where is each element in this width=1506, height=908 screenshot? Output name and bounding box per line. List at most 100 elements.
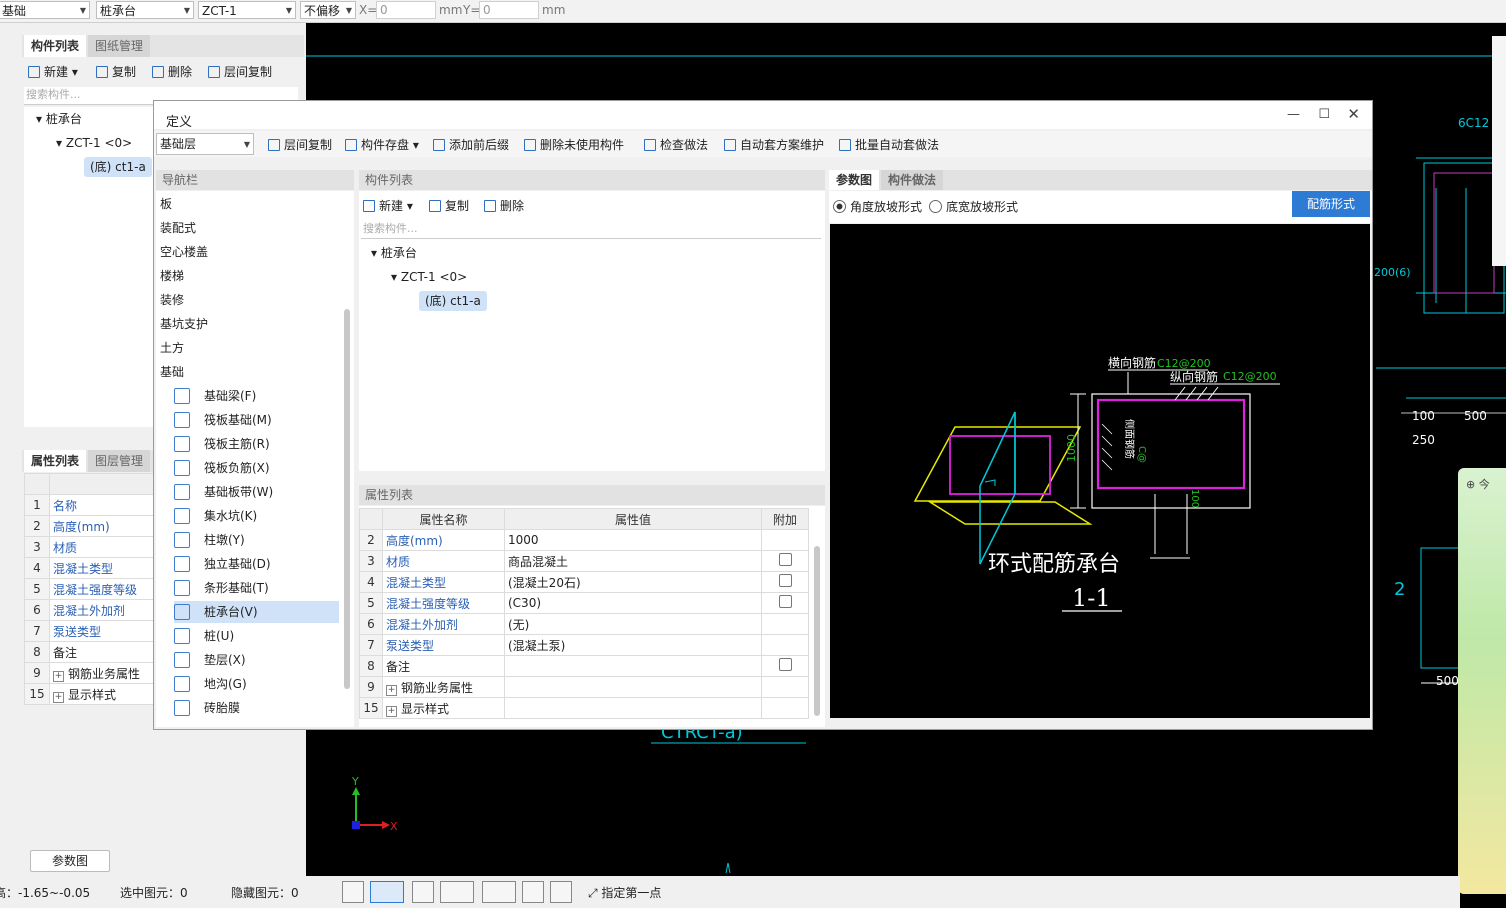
attach-checkbox[interactable] — [778, 553, 792, 566]
table-row[interactable]: 3 材质 商品混凝土 — [359, 550, 809, 572]
expand-icon[interactable]: + — [53, 670, 64, 682]
tree-child[interactable]: ▾ ZCT-1 <0> — [391, 268, 467, 286]
layer-icon[interactable] — [522, 881, 544, 903]
prop-scrollbar[interactable] — [814, 546, 820, 716]
comp-search-input[interactable]: 搜索构件... — [361, 221, 821, 239]
table-row[interactable]: 9 + 钢筋业务属性 — [359, 676, 809, 698]
nav-group[interactable]: 基础 — [160, 362, 184, 382]
floor-copy-button[interactable]: 层间复制 — [268, 136, 332, 154]
save-component-button[interactable]: 构件存盘 ▾ — [345, 136, 419, 154]
nav-item-slab-strip[interactable]: 基础板带(W) — [174, 481, 339, 503]
tree-leaf-selected[interactable]: (底) ct1-a — [84, 157, 152, 177]
tree-root[interactable]: ▾ 桩承台 — [371, 244, 417, 262]
radio-bottom-width[interactable]: 底宽放坡形式 — [929, 198, 1018, 215]
tab-component-list[interactable]: 构件列表 — [24, 35, 87, 57]
new-button[interactable]: 新建 ▾ — [28, 63, 78, 81]
side-widget[interactable]: ⊕ 今 — [1458, 468, 1506, 894]
tab-drawing-manage[interactable]: 图纸管理 — [88, 35, 151, 57]
angle-icon[interactable] — [440, 881, 474, 903]
tree-child[interactable]: ▾ ZCT-1 <0> — [56, 134, 132, 152]
delete-button[interactable]: 删除 — [152, 63, 192, 81]
nav-group[interactable]: 板 — [160, 194, 172, 214]
tree-leaf-selected[interactable]: (底) ct1-a — [419, 291, 487, 311]
slab-strip-icon — [174, 484, 190, 500]
table-row[interactable]: 4 混凝土类型 (混凝土20石) — [359, 571, 809, 593]
right-toolstrip[interactable] — [1492, 36, 1506, 266]
expand-icon[interactable]: + — [386, 705, 397, 717]
nav-item-isolated[interactable]: 独立基础(D) — [174, 553, 339, 575]
expand-icon[interactable]: + — [386, 684, 397, 696]
close-icon[interactable]: ✕ — [1347, 105, 1360, 123]
tab-property-list[interactable]: 属性列表 — [24, 450, 87, 472]
copy-button[interactable]: 复制 — [96, 63, 136, 81]
param-diagram-button[interactable]: 参数图 — [30, 850, 110, 872]
dialog-property-table: 属性名称 属性值 附加 2 高度(mm) 1000 3 材质 商品混凝土 4 混凝土类型 (混凝… — [359, 508, 809, 719]
nav-group[interactable]: 装配式 — [160, 218, 196, 238]
offset-select[interactable]: 不偏移 ▼ — [300, 1, 356, 19]
attach-checkbox[interactable] — [778, 574, 792, 587]
maximize-icon[interactable]: ☐ — [1318, 107, 1330, 122]
auto-scheme-button[interactable]: 自动套方案维护 — [724, 136, 824, 154]
cad-text: 6C12 — [1458, 116, 1489, 130]
table-row[interactable]: 5 混凝土强度等级 (C30) — [359, 592, 809, 614]
nav-item-raft[interactable]: 筏板基础(M) — [174, 409, 339, 431]
copy-button[interactable]: 复制 — [429, 197, 469, 215]
check-icon — [644, 139, 656, 151]
delete-button[interactable]: 删除 — [484, 197, 524, 215]
snap-icon[interactable] — [482, 881, 516, 903]
nav-item-strip[interactable]: 条形基础(T) — [174, 577, 339, 599]
batch-auto-button[interactable]: 批量自动套做法 — [839, 136, 939, 154]
chevron-down-icon: ▼ — [183, 6, 190, 15]
new-button[interactable]: 新建 ▾ — [363, 197, 413, 215]
component-select[interactable]: ZCT-1 ▼ — [198, 1, 296, 19]
table-row[interactable]: 8 备注 — [359, 655, 809, 677]
ortho-icon[interactable] — [342, 881, 364, 903]
attach-checkbox[interactable] — [778, 595, 792, 608]
nav-item-pile[interactable]: 桩(U) — [174, 625, 339, 647]
nav-item-cushion[interactable]: 垫层(X) — [174, 649, 339, 671]
svg-text:X: X — [390, 820, 398, 833]
nav-item-pier[interactable]: 柱墩(Y) — [174, 529, 339, 551]
y-input[interactable]: 0 — [479, 1, 539, 19]
tree-root[interactable]: ▾ 桩承台 — [36, 110, 82, 128]
table-row[interactable]: 2 高度(mm) 1000 — [359, 529, 809, 551]
nav-item-raft-main-bar[interactable]: 筏板主筋(R) — [174, 433, 339, 455]
nav-item-pile-cap[interactable]: 桩承台(V) — [174, 601, 339, 623]
nav-group[interactable]: 土方 — [160, 338, 184, 358]
tab-component-method[interactable]: 构件做法 — [881, 170, 944, 190]
tab-layer-manage[interactable]: 图层管理 — [88, 450, 151, 472]
nav-group[interactable]: 装修 — [160, 290, 184, 310]
nav-group[interactable]: 空心楼盖 — [160, 242, 208, 262]
nav-scrollbar[interactable] — [344, 309, 350, 689]
select-rect-icon[interactable] — [370, 881, 404, 903]
table-row[interactable]: 6 混凝土外加剂 (无) — [359, 613, 809, 635]
minimize-icon[interactable]: — — [1287, 107, 1300, 122]
table-row[interactable]: 7 泵送类型 (混凝土泵) — [359, 634, 809, 656]
attach-checkbox[interactable] — [778, 658, 792, 671]
floor-select[interactable]: 基础层 ▼ — [156, 133, 254, 155]
nav-item-brick-mold[interactable]: 砖胎膜 — [174, 697, 339, 719]
nav-item-trench[interactable]: 地沟(G) — [174, 673, 339, 695]
nav-item-sump[interactable]: 集水坑(K) — [174, 505, 339, 527]
rebar-form-button[interactable]: 配筋形式 — [1292, 191, 1370, 217]
layer-select[interactable]: 基础 ▼ — [0, 1, 90, 19]
check-method-button[interactable]: 检查做法 — [644, 136, 708, 154]
add-prefix-button[interactable]: 添加前后缀 — [433, 136, 509, 154]
expand-icon[interactable]: + — [53, 691, 64, 703]
x-input[interactable]: 0 — [376, 1, 436, 19]
table-row[interactable]: 15 + 显示样式 — [359, 697, 809, 719]
cad-text: 250 — [1412, 433, 1435, 447]
chevron-down-icon: ▼ — [285, 6, 292, 15]
cross-select-icon[interactable] — [412, 881, 434, 903]
delete-unused-button[interactable]: 删除未使用构件 — [524, 136, 624, 154]
nav-group[interactable]: 楼梯 — [160, 266, 184, 286]
arc-icon[interactable] — [550, 881, 572, 903]
nav-item-foundation-beam[interactable]: 基础梁(F) — [174, 385, 339, 407]
nav-group[interactable]: 基坑支护 — [160, 314, 208, 334]
x-label: X= — [359, 3, 378, 17]
nav-item-raft-neg-bar[interactable]: 筏板负筋(X) — [174, 457, 339, 479]
radio-angle[interactable]: 角度放坡形式 — [833, 198, 922, 215]
type-select[interactable]: 桩承台 ▼ — [96, 1, 194, 19]
tab-param-diagram[interactable]: 参数图 — [829, 170, 880, 190]
floor-copy-button[interactable]: 层间复制 — [208, 63, 272, 81]
